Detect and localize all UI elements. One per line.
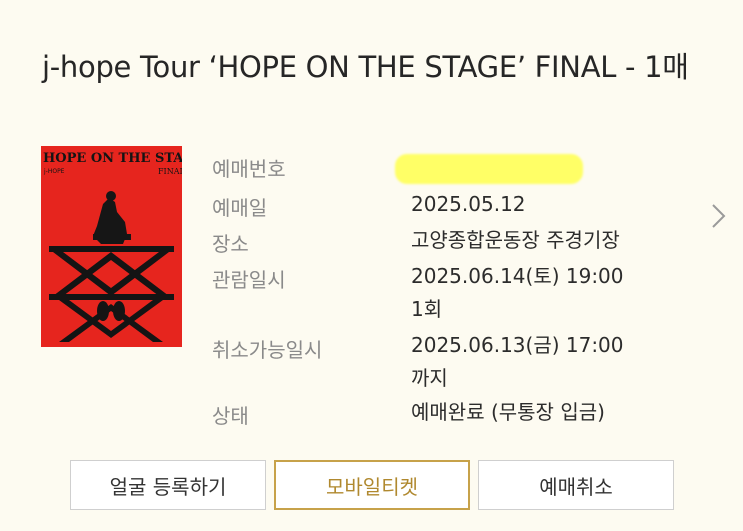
poster-headline: HOPE ON THE STAGE	[43, 151, 182, 166]
label-show-datetime: 관람일시	[212, 268, 286, 292]
label-booking-number: 예매번호	[212, 157, 286, 181]
value-venue: 고양종합운동장 주경기장	[411, 228, 620, 252]
cancel-booking-button[interactable]: 예매취소	[478, 460, 674, 510]
value-cancel-deadline: 2025.06.13(금) 17:00	[411, 333, 624, 357]
label-booking-date: 예매일	[212, 196, 268, 220]
value-status: 예매완료 (무통장 입금)	[411, 400, 605, 424]
poster-artist: j-HOPE	[43, 168, 65, 175]
chevron-right-icon[interactable]	[708, 200, 730, 232]
label-status: 상태	[212, 404, 249, 428]
value-show-round: 1회	[411, 297, 443, 321]
label-cancel-deadline: 취소가능일시	[212, 338, 323, 362]
redacted-booking-number	[395, 154, 583, 184]
event-poster-image[interactable]: HOPE ON THE STAGE j-HOPE FINAL	[41, 146, 182, 347]
face-register-button[interactable]: 얼굴 등록하기	[70, 460, 266, 510]
value-cancel-deadline-suffix: 까지	[411, 366, 448, 390]
poster-tag: FINAL	[158, 167, 182, 176]
booking-title: j-hope Tour ‘HOPE ON THE STAGE’ FINAL - …	[42, 50, 689, 84]
value-show-datetime: 2025.06.14(토) 19:00	[411, 264, 624, 288]
label-venue: 장소	[212, 232, 249, 256]
poster-artwork: HOPE ON THE STAGE j-HOPE FINAL	[41, 146, 182, 347]
mobile-ticket-button[interactable]: 모바일티켓	[274, 460, 470, 510]
value-booking-date: 2025.05.12	[411, 192, 526, 216]
